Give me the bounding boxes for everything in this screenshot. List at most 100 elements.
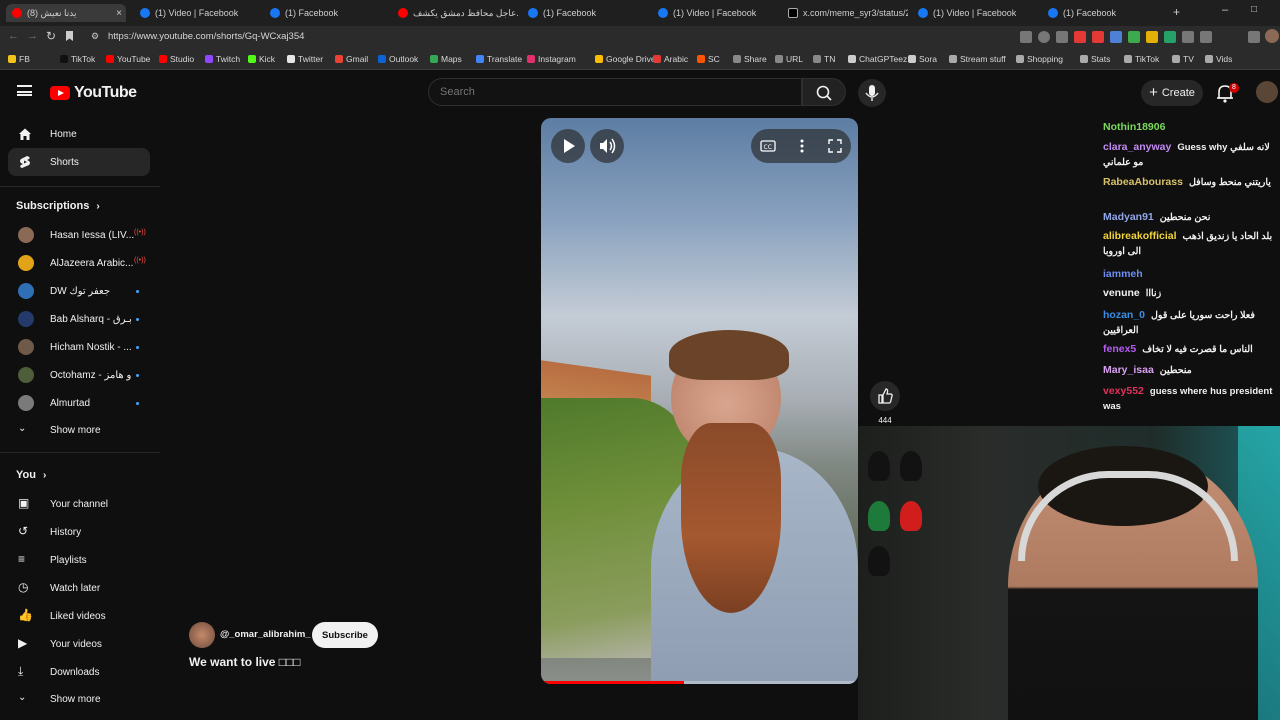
sidebar-item-you[interactable]: ▶ Your videos [8,630,150,658]
channel-avatar[interactable] [189,622,215,648]
bookmark-item[interactable]: Kick [248,54,275,64]
close-tab-icon[interactable]: × [116,8,122,19]
maximize-icon[interactable]: □ [1251,4,1257,15]
share-icon[interactable] [1056,31,1068,43]
extension-icon[interactable] [1110,31,1122,43]
bookmark-item[interactable]: YouTube [106,54,150,64]
extension-icon[interactable] [1020,31,1032,43]
browser-tab[interactable]: (1) Video | Facebook [658,4,778,22]
like-button[interactable] [870,381,900,411]
short-video-player[interactable]: CC [541,118,858,684]
browser-tab[interactable]: (1) Facebook [528,4,648,22]
reload-icon[interactable]: ↻ [46,29,56,43]
bookmark-item[interactable]: Twitter [287,54,323,64]
back-icon[interactable]: ← [8,30,19,42]
volume-button[interactable] [590,129,624,163]
bookmark-icon[interactable] [66,31,73,41]
bookmark-item[interactable]: TN [813,54,835,64]
browser-tab[interactable]: عاجل محافظ دمشق يكشف... [398,4,518,22]
zoom-icon[interactable] [1038,31,1050,43]
bookmark-item[interactable]: TikTok [1124,54,1159,64]
voice-search-button[interactable] [858,79,886,107]
sidebar-subscription[interactable]: DW جعفر توك [8,277,150,305]
create-button[interactable]: + Create [1141,80,1203,106]
sidebar-item-you[interactable]: ≡ Playlists [8,546,150,574]
you-heading[interactable]: You › [16,469,46,481]
extension-icon[interactable] [1092,31,1104,43]
bookmark-item[interactable]: Share [733,54,767,64]
browser-tab[interactable]: (1) Facebook [1048,4,1158,22]
sidebar-item-you[interactable]: ⤓ Downloads [8,658,150,686]
address-bar: ← → ↻ ⚙ https://www.youtube.com/shorts/G… [0,26,1280,50]
bookmark-icon [1205,55,1213,63]
bookmark-item[interactable]: Twitch [205,54,240,64]
bookmark-item[interactable]: Translate [476,54,522,64]
chat-text: منحطين [1159,365,1192,376]
youtube-logo[interactable]: YouTube [50,84,137,102]
bookmark-item[interactable]: Instagram [527,54,576,64]
subscriptions-heading[interactable]: Subscriptions › [16,200,100,212]
bookmark-item[interactable]: Shopping [1016,54,1063,64]
sidebar-subscription[interactable]: Hasan Iessa (LIV... ((•)) [8,221,150,249]
extension-icon[interactable] [1164,31,1176,43]
bookmark-item[interactable]: Gmail [335,54,368,64]
sidebar-icon[interactable] [1200,31,1212,43]
account-avatar[interactable] [1256,81,1278,103]
fullscreen-icon[interactable] [826,137,844,155]
bookmark-item[interactable]: Outlook [378,54,418,64]
bookmark-item[interactable]: FB [8,54,30,64]
sidebar-item-home[interactable]: Home [8,120,150,148]
subscribe-button[interactable]: Subscribe [312,622,378,648]
bookmark-item[interactable]: Sora [908,54,937,64]
sidebar-item-shorts[interactable]: Shorts [8,148,150,176]
browser-tab[interactable]: x.com/meme_syr3/status/20 [788,4,908,22]
play-button[interactable] [551,129,585,163]
sidebar-subscription[interactable]: Octohamz - و هامز [8,361,150,389]
menu-icon[interactable] [17,85,32,96]
media-icon[interactable] [1248,31,1260,43]
extension-icon[interactable] [1146,31,1158,43]
site-info-icon[interactable]: ⚙ [91,31,99,42]
shorts-icon [20,156,30,168]
sidebar-item-you[interactable]: ◷ Watch later [8,574,150,602]
new-tab-icon[interactable]: + [1173,5,1180,19]
bookmark-item[interactable]: Studio [159,54,194,64]
browser-tab[interactable]: (8) يدنا نعيش × [6,4,126,22]
bookmark-item[interactable]: Vids [1205,54,1232,64]
forward-icon[interactable]: → [27,30,38,42]
bookmark-item[interactable]: Google Drive [595,54,656,64]
minimize-icon[interactable]: – [1222,4,1228,16]
sidebar-subscription[interactable]: Hicham Nostik - ... [8,333,150,361]
channel-name[interactable]: @_omar_alibrahim_ [220,629,311,640]
sidebar-item-you[interactable]: ↺ History [8,518,150,546]
bookmark-item[interactable]: Stats [1080,54,1110,64]
show-more-you[interactable]: ⌄ Show more [8,685,150,713]
sidebar-item-you[interactable]: ▣ Your channel [8,490,150,518]
bookmark-item[interactable]: Maps [430,54,462,64]
sidebar-subscription[interactable]: AlJazeera Arabic... ((•)) [8,249,150,277]
browser-tab[interactable]: (1) Facebook [270,4,390,22]
browser-tab[interactable]: (1) Video | Facebook [140,4,260,22]
extension-icon[interactable] [1128,31,1140,43]
bookmark-item[interactable]: Arabic [653,54,688,64]
sidebar-subscription[interactable]: Almurtad [8,389,150,417]
bookmark-item[interactable]: ChatGPTeez [848,54,907,64]
bookmark-item[interactable]: Stream stuff [949,54,1006,64]
extension-icon[interactable] [1074,31,1086,43]
sidebar-subscription[interactable]: Bab Alsharq - بـرق [8,305,150,333]
profile-avatar[interactable] [1265,29,1279,43]
sidebar-item-you[interactable]: 👍 Liked videos [8,602,150,630]
show-more-subscriptions[interactable]: ⌄ Show more [8,416,150,444]
bookmark-item[interactable]: URL [775,54,803,64]
extensions-puzzle-icon[interactable] [1182,31,1194,43]
search-button[interactable] [802,78,846,106]
bookmark-item[interactable]: SC [697,54,720,64]
video-progress-bar[interactable] [541,681,858,684]
bookmark-item[interactable]: TV [1172,54,1194,64]
search-input[interactable] [440,86,780,98]
bookmark-item[interactable]: TikTok [60,54,95,64]
browser-tab[interactable]: (1) Video | Facebook [918,4,1038,22]
more-options-icon[interactable] [793,137,811,155]
captions-icon[interactable]: CC [759,137,777,155]
url-field[interactable]: https://www.youtube.com/shorts/Gq-WCxaj3… [108,31,304,42]
